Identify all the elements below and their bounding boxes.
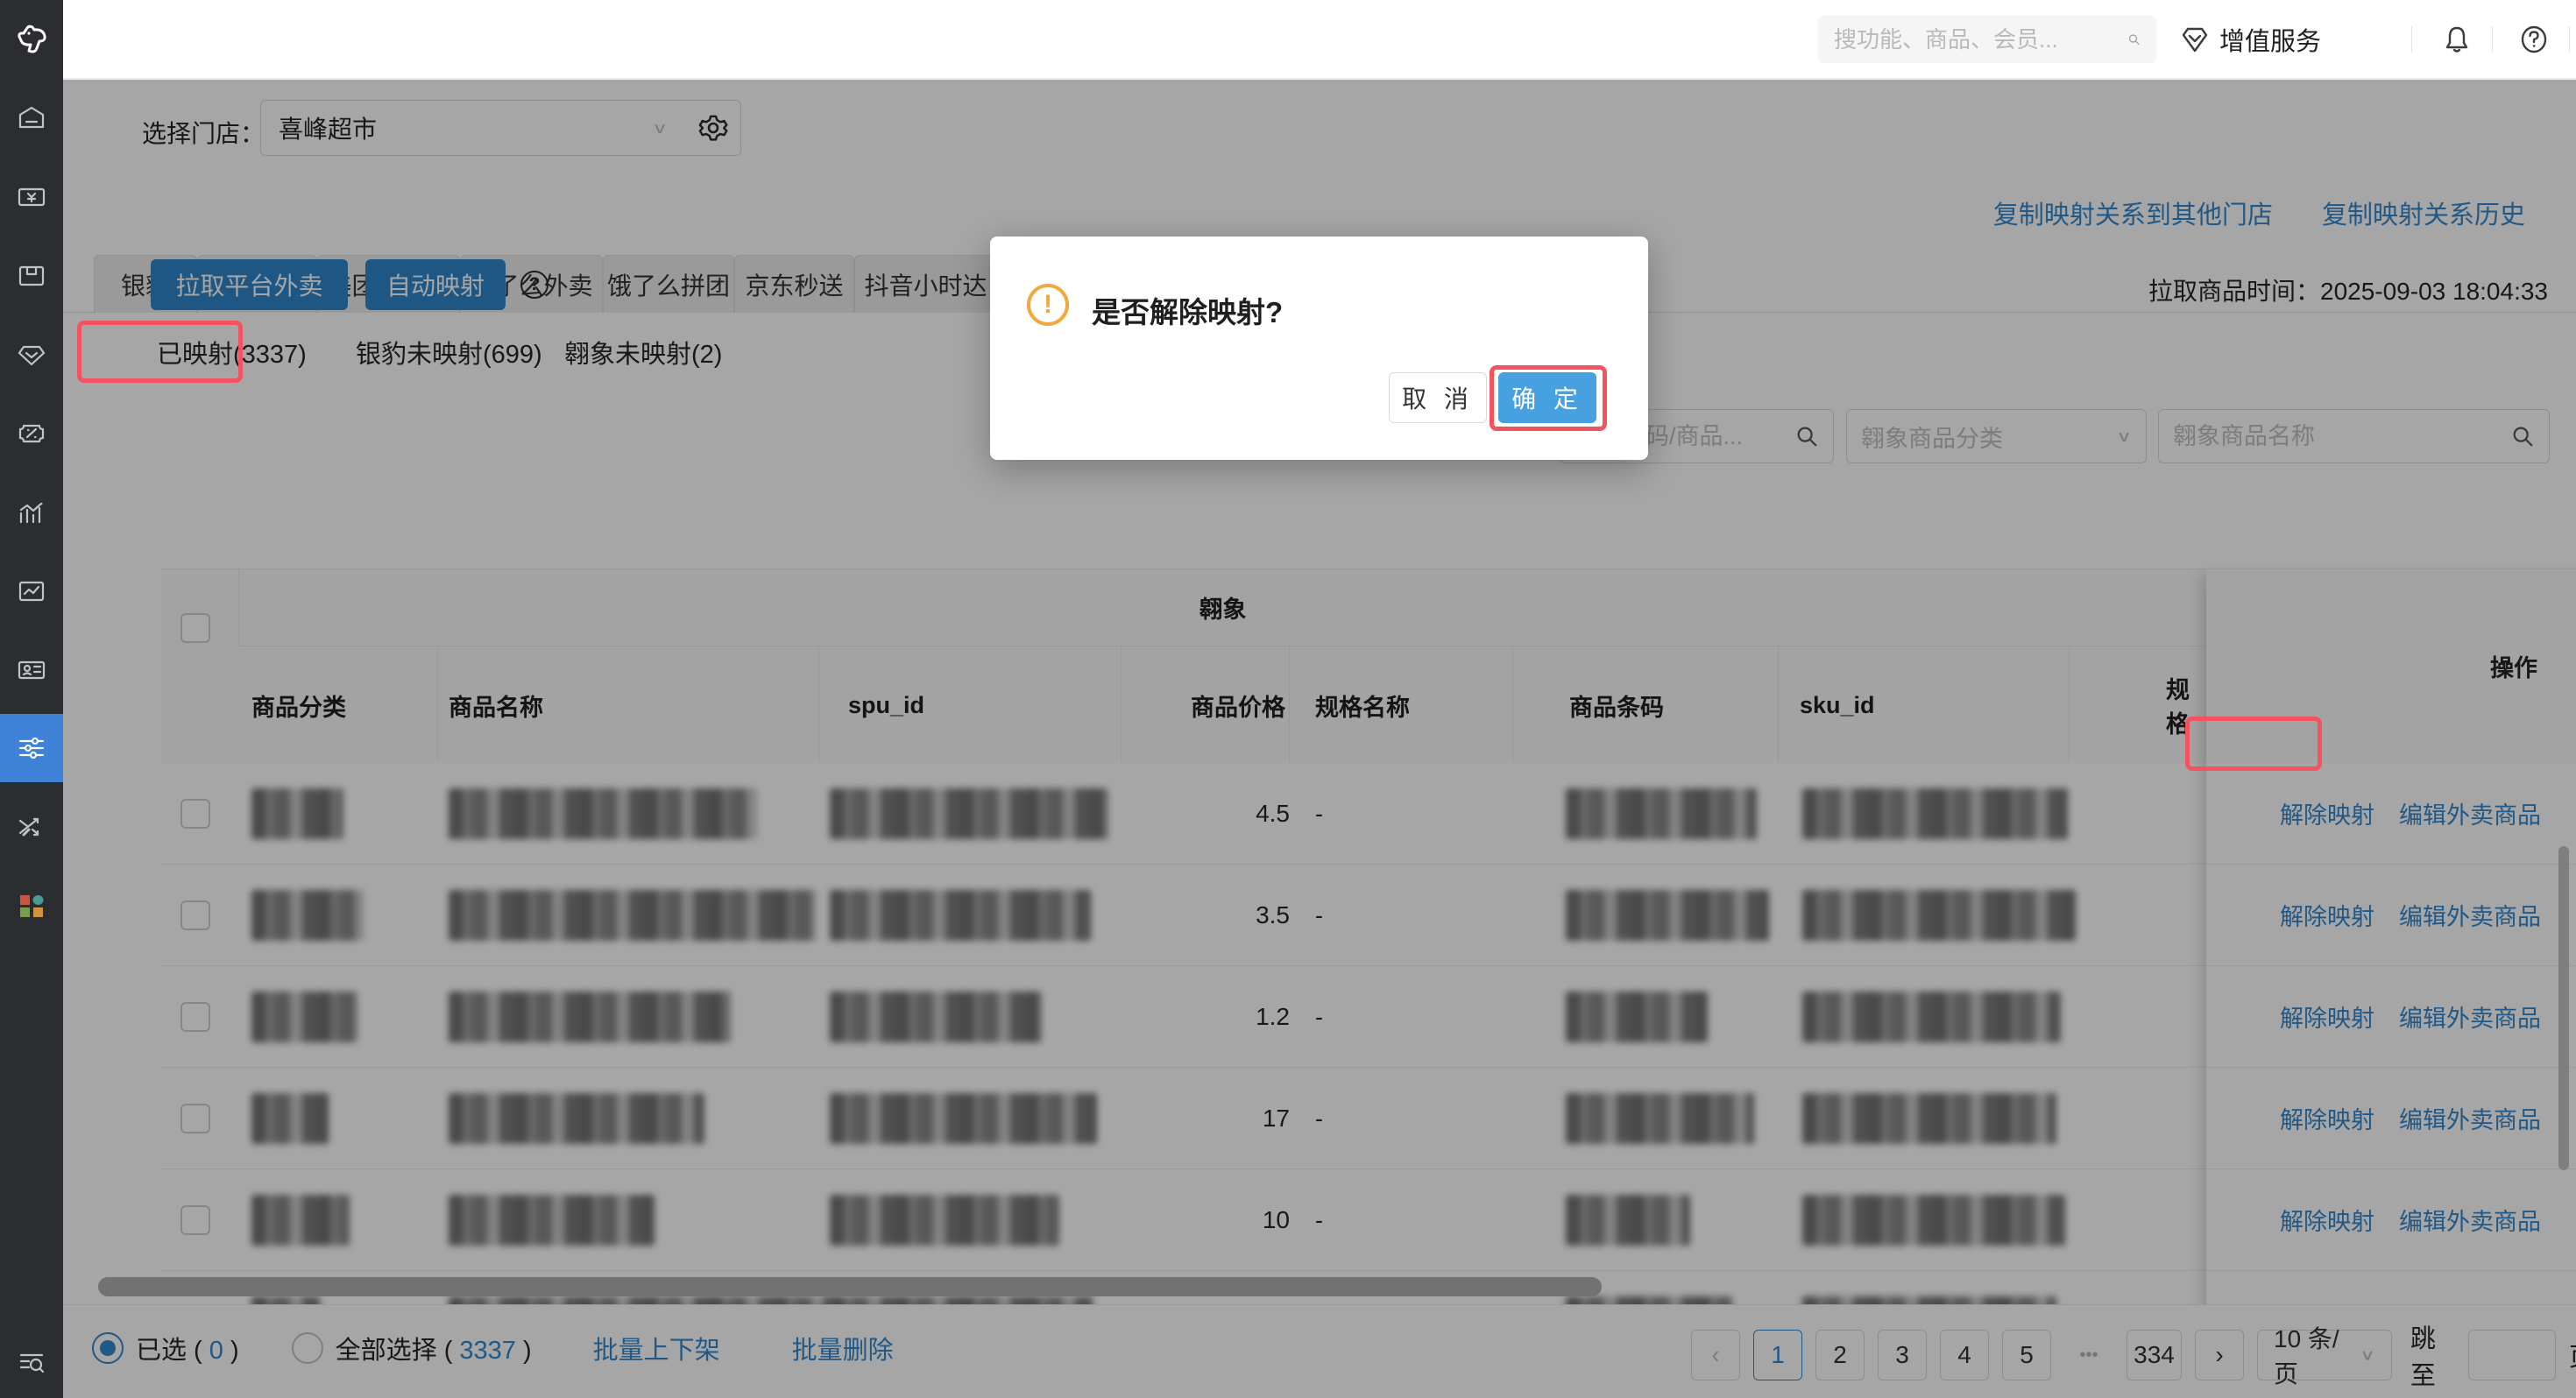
sidebar-item-cashier[interactable] — [0, 163, 63, 231]
bell-icon — [2441, 24, 2473, 55]
vas-badge-icon — [2179, 24, 2211, 55]
search-icon — [2127, 26, 2141, 53]
warning-icon: ! — [1027, 284, 1069, 326]
sidebar-item-search-menu[interactable] — [0, 1328, 63, 1396]
topbar: 增值服务 — [63, 0, 2576, 79]
sidebar-item-mapping-active[interactable] — [0, 714, 63, 782]
sidebar-item-promotions[interactable] — [0, 399, 63, 468]
divider — [2569, 26, 2570, 53]
help-icon — [2517, 23, 2551, 56]
sidebar-item-staff[interactable] — [0, 636, 63, 704]
global-search[interactable] — [1818, 16, 2156, 63]
sidebar-item-apps[interactable] — [0, 872, 63, 940]
sidebar-item-products[interactable] — [0, 242, 63, 310]
app-logo[interactable] — [0, 0, 63, 79]
value-added-services[interactable]: 增值服务 — [2179, 0, 2321, 79]
sidebar — [0, 0, 63, 1398]
vas-label: 增值服务 — [2219, 21, 2321, 58]
sidebar-item-channels[interactable] — [0, 793, 63, 861]
global-search-input[interactable] — [1834, 26, 2127, 53]
cancel-button[interactable]: 取 消 — [1389, 372, 1487, 423]
divider — [2411, 26, 2412, 53]
annotation-box-unmap-link — [2185, 717, 2322, 771]
help-button[interactable] — [2506, 0, 2562, 79]
annotation-box-mapped-tab — [77, 321, 243, 383]
sidebar-item-home[interactable] — [0, 84, 63, 152]
sidebar-item-statistics[interactable] — [0, 478, 63, 547]
divider — [2492, 26, 2493, 53]
sidebar-item-reports[interactable] — [0, 557, 63, 625]
notifications-button[interactable] — [2429, 0, 2485, 79]
annotation-box-confirm-button — [1490, 365, 1607, 431]
sidebar-item-members[interactable] — [0, 321, 63, 389]
dialog-title: 是否解除映射? — [1092, 289, 1283, 331]
